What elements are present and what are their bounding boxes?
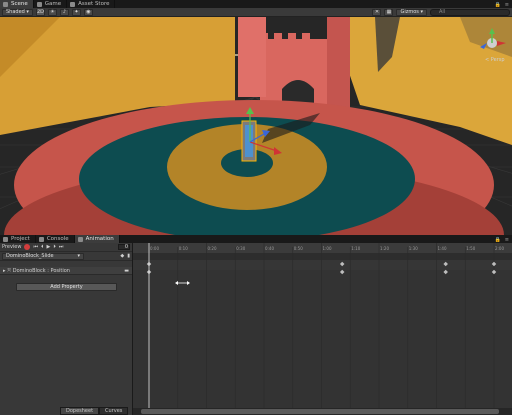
project-icon — [3, 236, 8, 242]
tab-game[interactable]: Game — [34, 0, 68, 8]
timeline-scroll-thumb[interactable] — [141, 409, 499, 414]
clip-row: DominoBlock_Slide ▾ ◆ ▮ — [0, 252, 132, 261]
animation-icon — [77, 236, 83, 242]
tick-label: 1:40 — [438, 246, 447, 251]
view-mode-tabs: Dopesheet Curves — [60, 407, 129, 415]
prev-frame-icon[interactable]: ⏴ — [41, 244, 44, 250]
tick-label: 0:30 — [236, 246, 245, 251]
play-icon[interactable]: ▶ — [47, 244, 51, 250]
lighting-toggle-icon[interactable]: ☀ — [47, 8, 57, 16]
chevron-down-icon: ▾ — [77, 253, 80, 259]
console-icon — [38, 236, 44, 242]
game-icon — [36, 1, 42, 7]
animation-panel-tabs: Project Console Animation 🔒 ≡ — [0, 235, 512, 243]
tools-icon[interactable]: ✕ — [372, 8, 382, 16]
playback-controls: Preview ⏮ ⏴ ▶ ⏵ ⏭ 0 — [0, 243, 132, 252]
curves-tab[interactable]: Curves — [99, 407, 129, 415]
scene-toolbar: Shaded ▾ 2D ☀ ♪ ✦ ◉ ✕ ▦ Gizmos ▾ All — [0, 8, 512, 17]
property-row[interactable]: ▸ ⤧ DominoBlock : Position ▬ — [0, 267, 132, 275]
first-frame-icon[interactable]: ⏮ — [33, 244, 38, 250]
toolbar-right: ✕ ▦ Gizmos ▾ All — [372, 8, 510, 16]
editor-tabbar: Scene Game Asset Store 🔒 ≡ — [0, 0, 512, 8]
scene-render: < Persp — [0, 17, 512, 235]
timeline-svg: 0:00 0:10 0:20 0:30 0:40 0:50 1:00 1:10 1:20 1:30… — [133, 243, 512, 415]
tab-scene[interactable]: Scene — [0, 0, 34, 8]
add-property-button[interactable]: Add Property — [16, 283, 117, 291]
expand-icon[interactable]: ▸ — [3, 268, 6, 274]
shading-mode-dropdown[interactable]: Shaded ▾ — [2, 8, 33, 16]
tick-label: 1:30 — [409, 246, 418, 251]
tab-animation[interactable]: Animation — [74, 235, 120, 243]
gizmos-dropdown[interactable]: Gizmos ▾ — [396, 8, 427, 16]
tab-asset-store[interactable]: Asset Store — [67, 0, 116, 8]
2d-toggle[interactable]: 2D — [35, 8, 45, 16]
property-menu-icon[interactable]: ▬ — [124, 268, 129, 274]
animation-properties-pane: Preview ⏮ ⏴ ▶ ⏵ ⏭ 0 DominoBlock_Slide ▾ ◆… — [0, 243, 133, 415]
tick-label: 0:40 — [265, 246, 274, 251]
clip-dropdown[interactable]: DominoBlock_Slide ▾ — [2, 252, 84, 260]
animation-timeline[interactable]: 0:00 0:10 0:20 0:30 0:40 0:50 1:00 1:10 1:20 1:30… — [133, 243, 512, 415]
effects-dropdown-icon[interactable]: ✦ — [71, 8, 81, 16]
asset-store-icon — [70, 1, 76, 7]
audio-toggle-icon[interactable]: ♪ — [59, 8, 69, 16]
scene-icon — [3, 1, 8, 7]
tick-label: 1:20 — [380, 246, 389, 251]
tick-label: 1:00 — [323, 246, 332, 251]
tick-label: 0:50 — [294, 246, 303, 251]
tick-label: 0:20 — [208, 246, 217, 251]
tick-label: 1:10 — [351, 246, 360, 251]
transform-icon: ⤧ — [7, 267, 12, 274]
persp-label: < Persp — [485, 57, 505, 63]
tab-project[interactable]: Project — [0, 235, 36, 243]
scene-search-input[interactable]: All — [430, 8, 510, 16]
frame-field[interactable]: 0 — [118, 244, 130, 250]
tick-label: 2:00 — [495, 246, 504, 251]
tick-label: 0:00 — [150, 246, 159, 251]
last-frame-icon[interactable]: ⏭ — [59, 244, 64, 250]
preview-toggle[interactable]: Preview — [2, 244, 21, 250]
record-icon[interactable] — [24, 244, 31, 250]
grid-icon[interactable]: ▦ — [384, 8, 394, 16]
tick-label: 0:10 — [179, 246, 188, 251]
dopesheet-tab[interactable]: Dopesheet — [60, 407, 100, 415]
event-add-icon[interactable]: ▮ — [127, 253, 130, 259]
tab-console[interactable]: Console — [36, 235, 75, 243]
keyframe-add-icon[interactable]: ◆ — [120, 253, 124, 259]
tick-label: 1:50 — [466, 246, 475, 251]
hidden-objects-icon[interactable]: ◉ — [83, 8, 93, 16]
next-frame-icon[interactable]: ⏵ — [53, 244, 56, 250]
unity-editor: Scene Game Asset Store 🔒 ≡ Shaded ▾ 2D ☀ … — [0, 0, 512, 415]
scene-viewport[interactable]: < Persp — [0, 17, 512, 235]
